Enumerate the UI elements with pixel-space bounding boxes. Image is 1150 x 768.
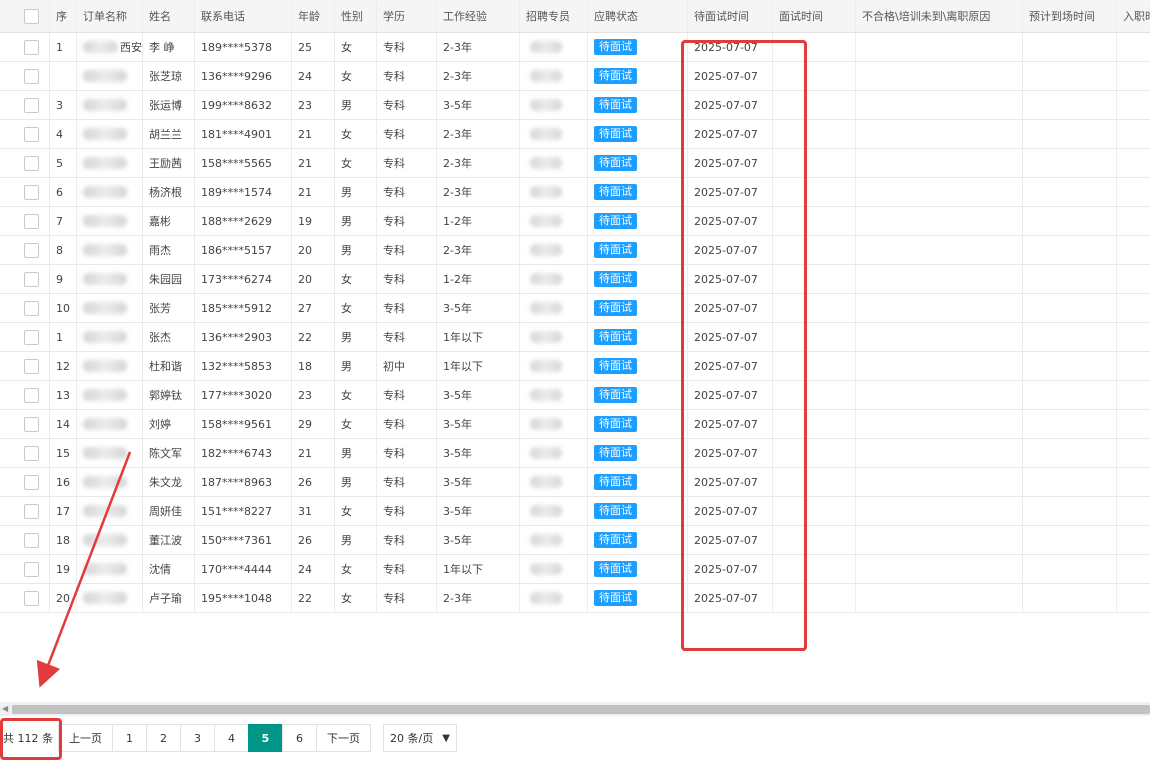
annotation-arrow <box>36 451 132 688</box>
